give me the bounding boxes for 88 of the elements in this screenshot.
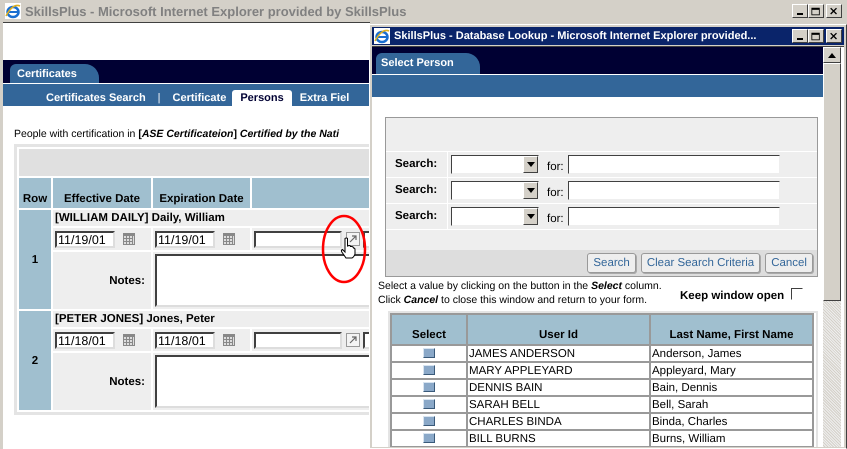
maximize-icon	[811, 6, 821, 16]
date-field[interactable]: 11/19/01	[55, 230, 115, 248]
intro-text: People with certification in [ASE Certificateion] Certified by the Nati	[14, 128, 340, 140]
maximize-button[interactable]	[808, 4, 824, 18]
calendar-icon[interactable]	[223, 334, 235, 346]
for-label: for:	[547, 160, 565, 172]
notes-label: Notes:	[52, 352, 152, 411]
search-label: Search:	[386, 178, 448, 203]
field-dropdown[interactable]	[451, 181, 539, 200]
keep-open-label: Keep window open	[680, 290, 784, 302]
table-cell: Bain, Dennis	[650, 379, 813, 396]
for-label: for:	[547, 212, 565, 224]
lookup-icon[interactable]	[346, 232, 360, 246]
action-button[interactable]: Cancel	[765, 253, 813, 273]
action-button[interactable]: Clear Search Criteria	[640, 253, 760, 273]
tab-separator: |	[158, 92, 161, 106]
select-button[interactable]	[423, 399, 435, 410]
select-button[interactable]	[423, 365, 435, 376]
person-name: [PETER JONES] Jones, Peter	[52, 310, 370, 328]
search-label: Search:	[386, 204, 448, 229]
subtab[interactable]: Certificates Search	[46, 90, 146, 106]
select-button[interactable]	[423, 433, 435, 444]
column-header: User Id	[467, 314, 650, 345]
table-cell: JAMES ANDERSON	[467, 345, 650, 362]
select-button[interactable]	[423, 416, 435, 426]
row-number: 1	[18, 209, 52, 310]
table-cell: Bell, Sarah	[650, 396, 813, 413]
person-name: [WILLIAM DAILY] Daily, William	[52, 209, 370, 227]
column-header: Expiration Date	[152, 177, 251, 209]
maximize-button[interactable]	[808, 29, 824, 43]
subtab[interactable]: Persons	[232, 90, 292, 106]
dropdown-caret-icon	[526, 214, 534, 219]
table-cell: Binda, Charles	[650, 413, 813, 430]
table-cell: BILL BURNS	[467, 430, 650, 447]
table-cell: MARY APPLEYARD	[467, 362, 650, 379]
column-header: Last Name, First Name	[650, 314, 813, 345]
table-cell: SARAH BELL	[467, 396, 650, 413]
minimize-button[interactable]	[792, 4, 808, 18]
search-field[interactable]	[568, 207, 780, 226]
minimize-icon	[797, 38, 803, 40]
subtab[interactable]: Extra Fiel	[300, 90, 350, 106]
date-field[interactable]: 11/18/01	[55, 332, 115, 348]
table-cell: Anderson, James	[650, 345, 813, 362]
calendar-icon[interactable]	[123, 233, 135, 245]
date-field[interactable]: 11/18/01	[155, 332, 215, 348]
browser-logo-icon	[5, 3, 21, 19]
search-field[interactable]	[568, 155, 780, 174]
instructions-text: Select a value by clicking on the button in the Select column. Click Cancel to close this window and return to your form.	[378, 279, 663, 307]
column-header: Effective Date	[52, 177, 152, 209]
browser-logo-icon	[374, 28, 390, 44]
field-dropdown[interactable]	[451, 155, 539, 174]
maximize-icon	[811, 32, 821, 40]
section-tab[interactable]: Select Person	[376, 53, 480, 74]
window-title: SkillsPlus - Microsoft Internet Explorer provided by SkillsPlus	[25, 4, 408, 18]
select-button[interactable]	[423, 348, 435, 358]
dropdown-caret-icon	[526, 188, 534, 193]
scroll-up-button[interactable]	[823, 47, 841, 63]
table-cell: Burns, William	[650, 430, 813, 447]
action-button[interactable]: Search	[587, 253, 636, 273]
table-cell: CHARLES BINDA	[467, 413, 650, 430]
close-icon	[829, 6, 839, 16]
close-button[interactable]	[826, 29, 842, 43]
column-header: Select	[391, 314, 467, 345]
column-header: Row	[18, 177, 52, 209]
notes-label: Notes:	[52, 251, 152, 310]
minimize-button[interactable]	[792, 29, 808, 43]
lookup-field[interactable]	[254, 230, 342, 248]
subtab[interactable]: Certificate	[172, 90, 226, 106]
search-field[interactable]	[568, 181, 780, 200]
window-title: SkillsPlus - Database Lookup - Microsoft Internet Explorer provided...	[394, 30, 758, 42]
dropdown-caret-icon	[526, 162, 534, 167]
for-label: for:	[547, 186, 565, 198]
scroll-thumb[interactable]	[823, 63, 841, 301]
close-icon	[829, 32, 839, 40]
search-label: Search:	[386, 152, 448, 177]
date-field[interactable]: 11/19/01	[155, 230, 215, 248]
table-cell: DENNIS BAIN	[467, 379, 650, 396]
table-cell: Appleyard, Mary	[650, 362, 813, 379]
close-button[interactable]	[826, 4, 842, 18]
row-number: 2	[18, 310, 52, 411]
select-button[interactable]	[423, 382, 435, 392]
field-dropdown[interactable]	[451, 207, 539, 226]
minimize-icon	[797, 13, 803, 15]
section-tab[interactable]: Certificates	[10, 64, 99, 83]
calendar-icon[interactable]	[123, 334, 135, 346]
lookup-field[interactable]	[254, 332, 342, 348]
calendar-icon[interactable]	[223, 233, 235, 245]
arrow-up-icon	[828, 52, 836, 58]
